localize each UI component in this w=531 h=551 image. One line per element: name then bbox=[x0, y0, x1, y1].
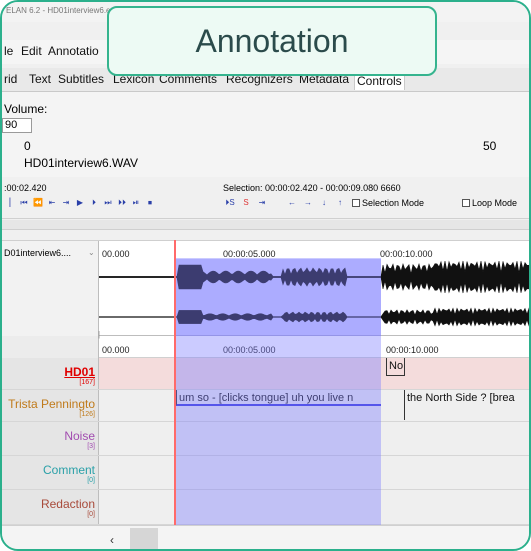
nav-right-button[interactable]: → bbox=[302, 197, 314, 209]
volume-label: Volume: bbox=[4, 102, 48, 116]
tab-grid[interactable]: rid bbox=[4, 72, 17, 86]
frame-forward-button[interactable]: ⏭ bbox=[102, 197, 114, 209]
annotation-segment[interactable]: the North Side ? [brea bbox=[404, 390, 529, 420]
tier-label-hd01[interactable]: HD01 [167] bbox=[2, 358, 99, 389]
go-to-end-button[interactable]: ⏹ bbox=[144, 197, 156, 209]
horizontal-scrollbar[interactable]: ‹ bbox=[2, 525, 529, 549]
wave-time-label: 00:00:10.000 bbox=[380, 249, 433, 259]
go-to-begin-button[interactable]: ⎮ bbox=[4, 197, 16, 209]
waveform-svg bbox=[99, 260, 529, 327]
waveform-label-cell: D01interview6.... ⌄ bbox=[2, 241, 99, 337]
menu-edit[interactable]: Edit bbox=[21, 44, 42, 58]
media-file-name: HD01interview6.WAV bbox=[24, 156, 139, 170]
loop-mode-label: Loop Mode bbox=[472, 198, 518, 208]
chevron-left-icon[interactable]: ‹ bbox=[110, 533, 114, 547]
tier-row-noise[interactable]: Noise [3] bbox=[2, 422, 529, 456]
tier-label-noise[interactable]: Noise [3] bbox=[2, 422, 99, 455]
tier-count: [0] bbox=[87, 477, 95, 484]
tier-count: [126] bbox=[79, 411, 95, 418]
selection-info: Selection: 00:00:02.420 - 00:00:09.080 6… bbox=[223, 183, 401, 193]
slider-max-label: 50 bbox=[483, 139, 497, 153]
nav-left-button[interactable]: ← bbox=[286, 197, 298, 209]
tier-name: HD01 bbox=[64, 365, 95, 379]
elan-window: ELAN 6.2 - HD01interview6.eaf le Edit An… bbox=[0, 0, 531, 551]
controls-panel: Volume: 90 0 50 HD01interview6.WAV bbox=[2, 92, 529, 177]
tier-row-trista[interactable]: Trista Penningto [126] um so - [clicks t… bbox=[2, 390, 529, 422]
waveform-viewer[interactable]: D01interview6.... ⌄ 00.000 00:00:05.000 … bbox=[2, 240, 529, 337]
checkbox-box-icon bbox=[352, 199, 360, 207]
tier-label-redaction[interactable]: Redaction [0] bbox=[2, 490, 99, 524]
frame-back-button[interactable]: ⇤ bbox=[46, 197, 58, 209]
previous-scrollview-button[interactable]: ⏮ bbox=[18, 197, 30, 209]
annotation-badge: Annotation bbox=[107, 6, 437, 76]
tier-row-comment[interactable]: Comment [0] bbox=[2, 456, 529, 490]
window-title: ELAN 6.2 - HD01interview6.eaf bbox=[6, 6, 118, 15]
annotation-segment[interactable]: No bbox=[386, 358, 405, 376]
tier-name: Trista Penningto bbox=[8, 397, 95, 411]
next-scrollview-button[interactable]: ⏯ bbox=[130, 197, 142, 209]
waveform-channel-1 bbox=[99, 260, 529, 294]
ruler-marker-icon: | bbox=[98, 330, 101, 339]
tier-label-trista[interactable]: Trista Penningto [126] bbox=[2, 390, 99, 421]
checkbox-box-icon bbox=[462, 199, 470, 207]
second-back-button[interactable]: ⏪ bbox=[32, 197, 44, 209]
annotation-time-ruler[interactable]: | 00.000 00:00:05.000 00:00:10.000 bbox=[2, 330, 529, 358]
tier-count: [3] bbox=[87, 443, 95, 450]
play-selection-button[interactable]: ⏵S bbox=[224, 197, 236, 209]
wave-time-label: 00:00:05.000 bbox=[223, 249, 276, 259]
ruler-time-label: 00:00:10.000 bbox=[386, 345, 439, 355]
tier-row-hd01[interactable]: HD01 [167] No bbox=[2, 358, 529, 390]
menu-file[interactable]: le bbox=[4, 44, 13, 58]
pixel-back-button[interactable]: ⇥ bbox=[60, 197, 72, 209]
tab-text[interactable]: Text bbox=[29, 72, 51, 86]
nav-down-button[interactable]: ↓ bbox=[318, 197, 330, 209]
tier-row-redaction[interactable]: Redaction [0] bbox=[2, 490, 529, 525]
tier-name: Redaction bbox=[40, 497, 95, 511]
overview-strip[interactable] bbox=[2, 220, 529, 230]
selection-boundary-button[interactable]: ⇥ bbox=[256, 197, 268, 209]
tier-name: Noise bbox=[64, 429, 95, 443]
chevron-down-icon[interactable]: ⌄ bbox=[88, 248, 95, 257]
ruler-time-label: 00.000 bbox=[102, 345, 130, 355]
crosshair-cursor bbox=[174, 240, 176, 525]
ruler-label-cell bbox=[2, 336, 99, 358]
volume-input[interactable]: 90 bbox=[2, 118, 32, 133]
scrollbar-thumb[interactable] bbox=[130, 528, 158, 549]
wave-time-label: 00.000 bbox=[102, 249, 130, 259]
waveform-channel-2 bbox=[99, 307, 529, 327]
tier-count: [0] bbox=[87, 511, 95, 518]
screenshot-frame: ELAN 6.2 - HD01interview6.eaf le Edit An… bbox=[0, 0, 531, 551]
nav-up-button[interactable]: ↑ bbox=[334, 197, 346, 209]
tier-name: Comment bbox=[42, 463, 95, 477]
tab-subtitles[interactable]: Subtitles bbox=[58, 72, 104, 86]
menu-annotation[interactable]: Annotatio bbox=[48, 44, 99, 58]
selection-mode-checkbox[interactable]: Selection Mode bbox=[352, 198, 424, 208]
media-player-bar: :00:02.420 Selection: 00:00:02.420 - 00:… bbox=[2, 177, 529, 219]
waveform-track-name: D01interview6.... bbox=[4, 248, 72, 258]
tier-label-comment[interactable]: Comment [0] bbox=[2, 456, 99, 489]
annotation-segment[interactable]: um so - [clicks tongue] uh you live n bbox=[176, 390, 381, 406]
clear-selection-button[interactable]: S bbox=[240, 197, 252, 209]
slider-min-label: 0 bbox=[24, 139, 31, 153]
current-time: :00:02.420 bbox=[4, 183, 47, 193]
pixel-forward-button[interactable]: ⏵ bbox=[88, 197, 100, 209]
second-forward-button[interactable]: ⏵⏵ bbox=[116, 197, 128, 209]
tier-count: [167] bbox=[79, 379, 95, 386]
selection-mode-label: Selection Mode bbox=[362, 198, 425, 208]
ruler-time-label: 00:00:05.000 bbox=[223, 345, 276, 355]
loop-mode-checkbox[interactable]: Loop Mode bbox=[462, 198, 517, 208]
play-button[interactable]: ▶ bbox=[74, 197, 86, 209]
